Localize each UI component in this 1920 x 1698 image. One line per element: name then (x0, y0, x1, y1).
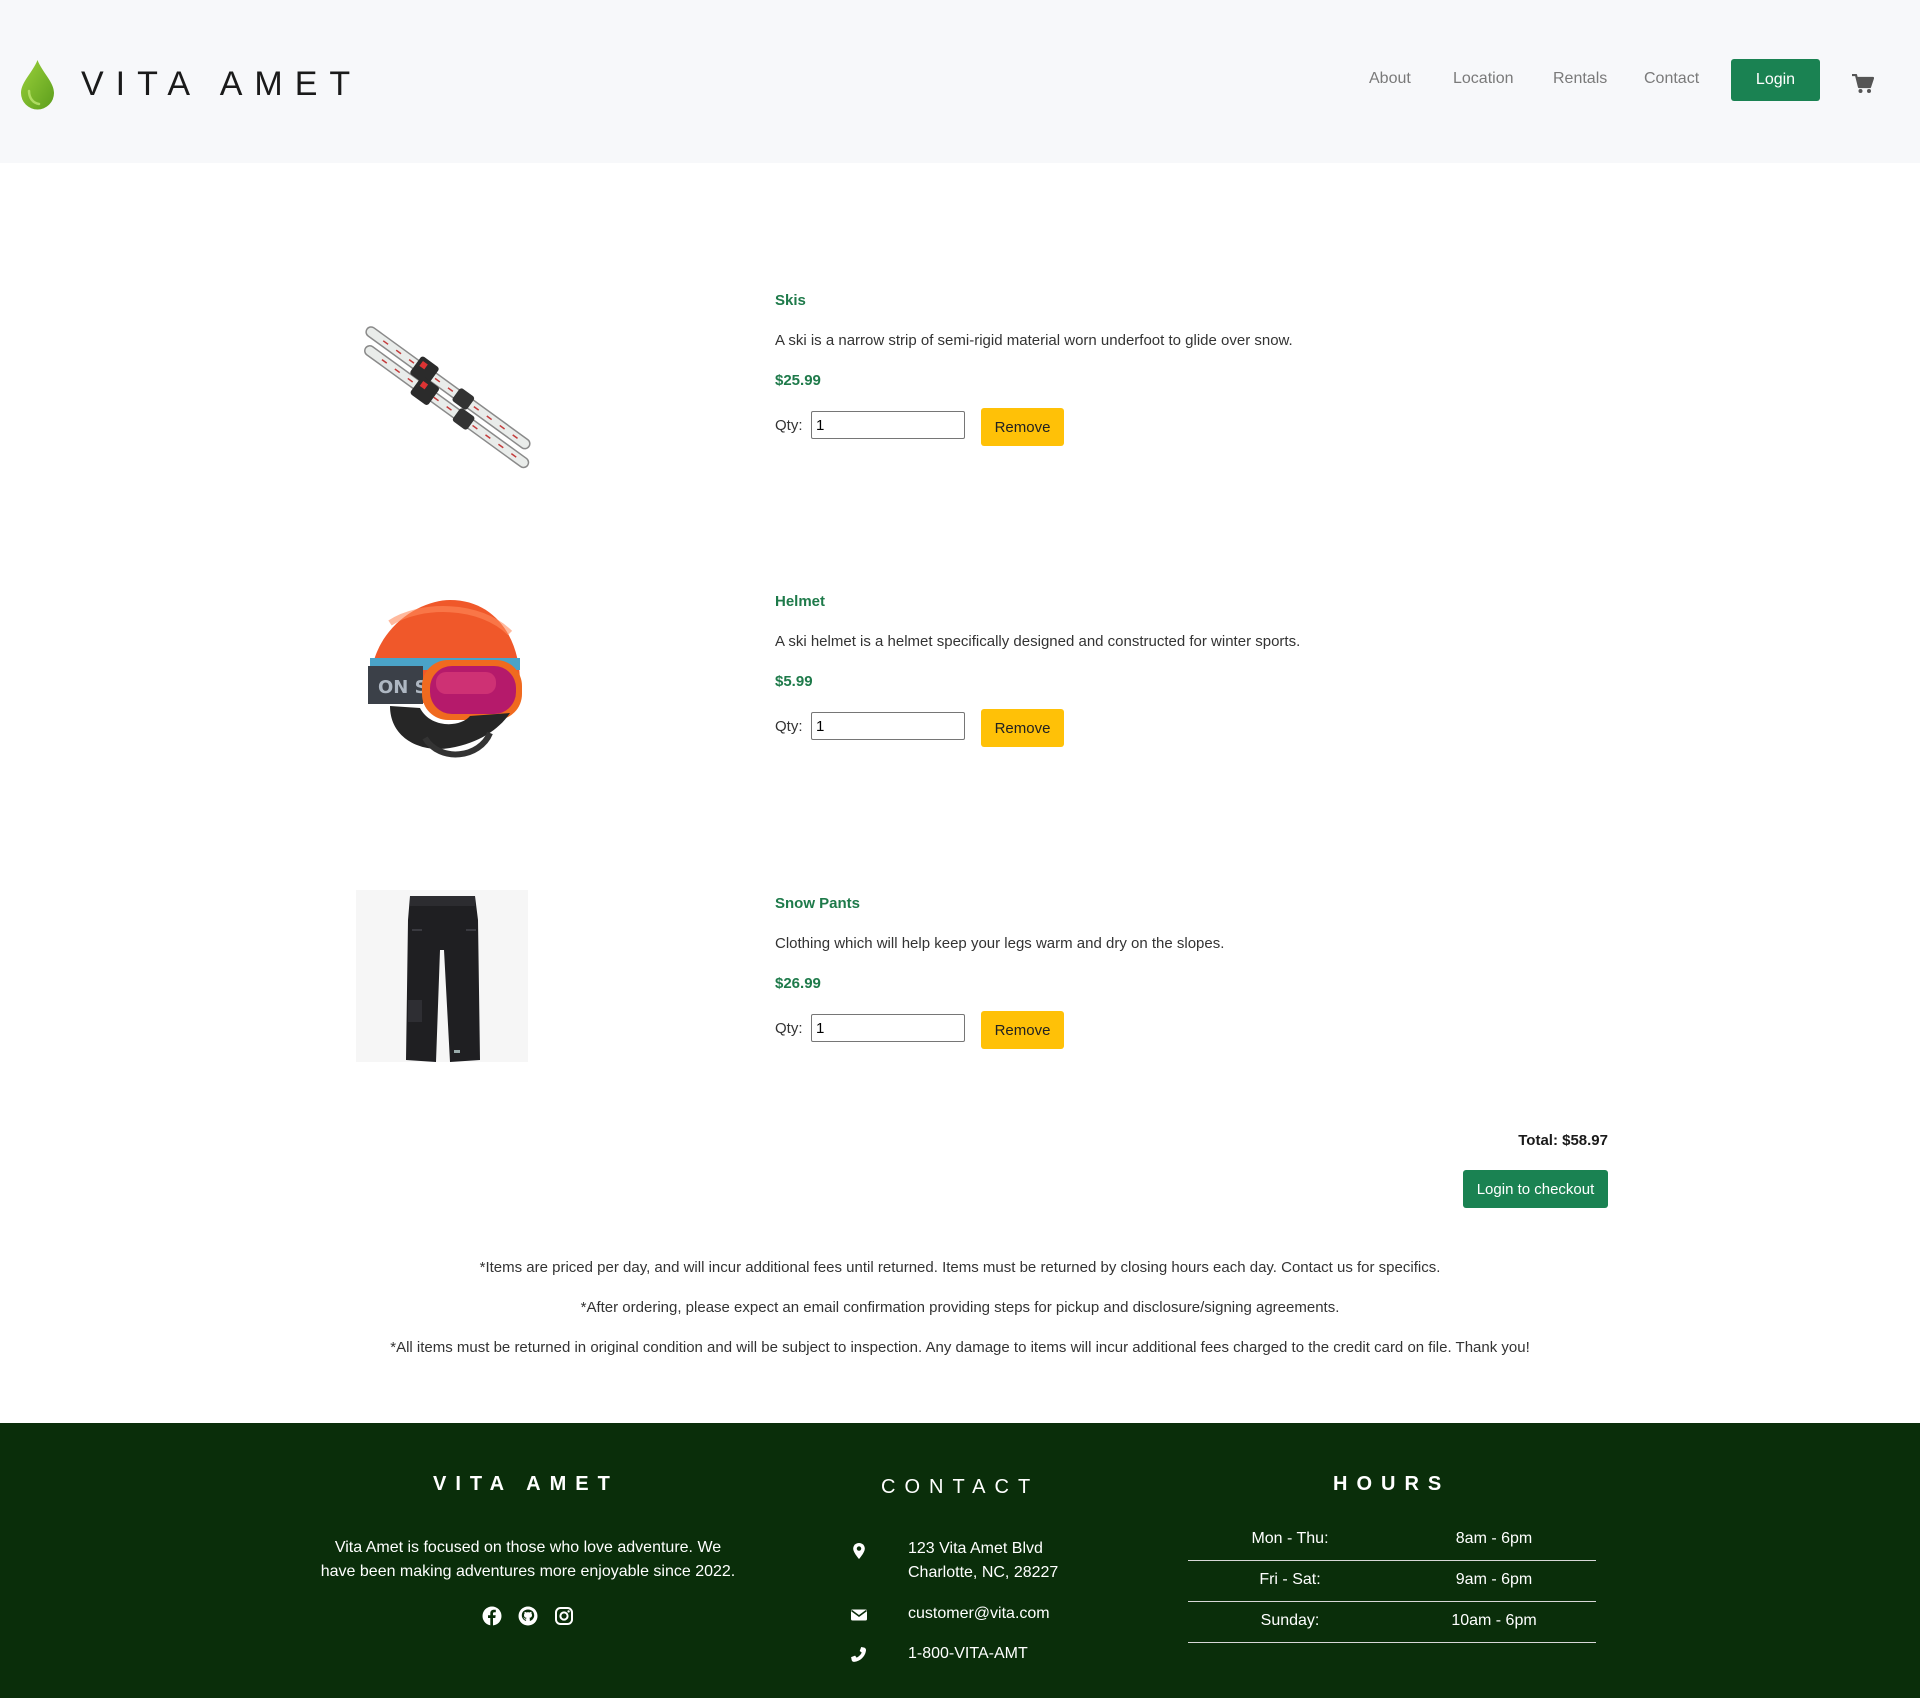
remove-snow-pants-button[interactable]: Remove (981, 1011, 1064, 1049)
contact-phone[interactable]: 1-800-VITA-AMT (908, 1642, 1028, 1666)
item-price: $26.99 (775, 975, 821, 992)
footer-about-text: Vita Amet is focused on those who love a… (320, 1539, 736, 1580)
login-button[interactable]: Login (1731, 59, 1820, 101)
item-title: Skis (775, 292, 806, 309)
hours-time: 9am - 6pm (1455, 1571, 1533, 1588)
nav-location[interactable]: Location (1453, 70, 1514, 88)
instagram-icon[interactable] (554, 1606, 574, 1626)
hours-row: Mon - Thu: 8am - 6pm (1188, 1520, 1596, 1561)
envelope-icon (851, 1609, 867, 1621)
cart-total: Total: $58.97 (1518, 1132, 1608, 1149)
qty-input-helmet[interactable] (811, 712, 965, 740)
item-description: A ski is a narrow strip of semi-rigid ma… (775, 332, 1293, 349)
brand-logo[interactable]: VITA AMET (20, 58, 362, 110)
hours-day: Fri - Sat: (1259, 1571, 1321, 1588)
qty-input-skis[interactable] (811, 411, 965, 439)
qty-label: Qty: (775, 1020, 803, 1037)
site-header: VITA AMET About Location Rentals Contact… (0, 0, 1920, 163)
note-confirmation: *After ordering, please expect an email … (580, 1299, 1340, 1316)
map-marker-icon (853, 1543, 865, 1559)
phone-icon (851, 1647, 867, 1662)
footer-hours-title: HOURS (1333, 1473, 1451, 1495)
github-icon[interactable] (518, 1606, 538, 1626)
item-description: A ski helmet is a helmet specifically de… (775, 633, 1301, 650)
hours-day: Mon - Thu: (1251, 1530, 1329, 1547)
note-condition: *All items must be returned in original … (390, 1339, 1530, 1356)
skis-image (350, 290, 534, 474)
nav-rentals[interactable]: Rentals (1553, 70, 1607, 88)
cart-icon[interactable] (1852, 74, 1874, 94)
hours-time: 8am - 6pm (1455, 1530, 1533, 1547)
qty-label: Qty: (775, 417, 803, 434)
nav-contact[interactable]: Contact (1644, 70, 1699, 88)
snow-pants-image (356, 890, 528, 1062)
login-to-checkout-button[interactable]: Login to checkout (1463, 1170, 1608, 1208)
leaf-drop-logo-icon (21, 60, 54, 110)
item-title: Helmet (775, 593, 826, 610)
hours-row: Sunday: 10am - 6pm (1188, 1602, 1596, 1643)
qty-label: Qty: (775, 718, 803, 735)
item-description: Clothing which will help keep your legs … (775, 935, 1225, 952)
site-footer: VITA AMET Vita Amet is focused on those … (0, 1423, 1920, 1698)
contact-address-line1: 123 Vita Amet Blvd (908, 1540, 1043, 1557)
item-price: $5.99 (775, 673, 813, 690)
footer-about-title: VITA AMET (433, 1473, 619, 1495)
hours-row: Fri - Sat: 9am - 6pm (1188, 1561, 1596, 1602)
facebook-icon[interactable] (482, 1606, 502, 1626)
remove-skis-button[interactable]: Remove (981, 408, 1064, 446)
nav-about[interactable]: About (1369, 70, 1411, 88)
brand-name: VITA AMET (81, 64, 363, 103)
remove-helmet-button[interactable]: Remove (981, 709, 1064, 747)
hours-time: 10am - 6pm (1451, 1612, 1537, 1629)
svg-text:ON S: ON S (378, 677, 428, 698)
helmet-image: ON S (350, 588, 534, 772)
note-pricing: *Items are priced per day, and will incu… (479, 1259, 1441, 1276)
item-title: Snow Pants (775, 895, 861, 912)
contact-email[interactable]: customer@vita.com (908, 1602, 1050, 1626)
hours-day: Sunday: (1260, 1612, 1320, 1629)
qty-input-snow-pants[interactable] (811, 1014, 965, 1042)
footer-contact-title: CONTACT (881, 1476, 1040, 1498)
contact-address-line2: Charlotte, NC, 28227 (908, 1564, 1059, 1581)
item-price: $25.99 (775, 372, 821, 389)
